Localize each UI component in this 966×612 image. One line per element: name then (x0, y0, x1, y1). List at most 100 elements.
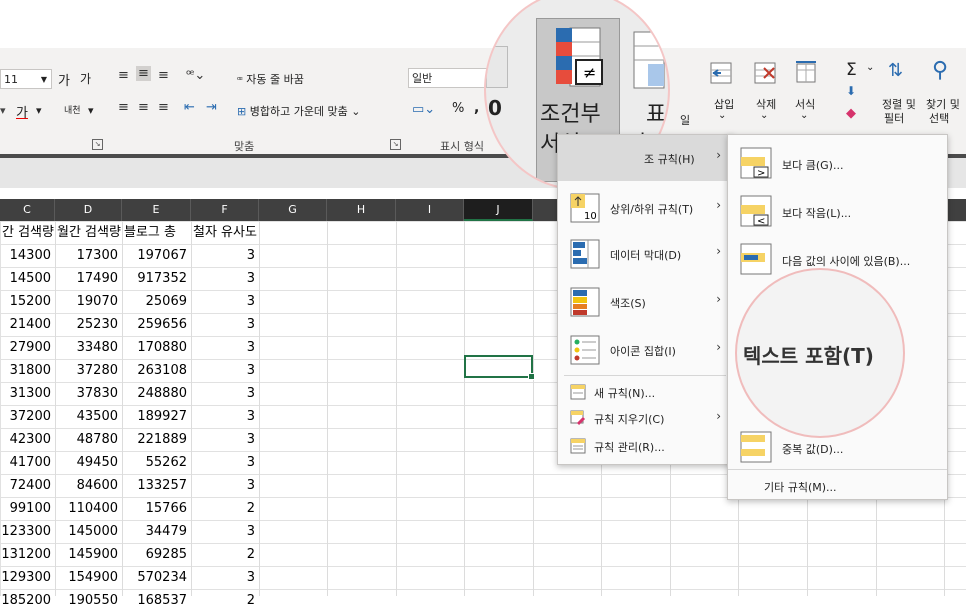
fill-icon[interactable]: ⬇ (846, 84, 856, 98)
table-cell[interactable]: 3 (191, 520, 259, 543)
table-cell[interactable]: 3 (191, 313, 259, 336)
table-cell[interactable]: 190550 (55, 589, 122, 612)
table-cell[interactable]: 42300 (0, 428, 55, 451)
table-cell[interactable]: 123300 (0, 520, 55, 543)
column-header-j[interactable]: J (464, 199, 533, 221)
menu-item-new-rule[interactable]: 새 규칙(N)... (558, 379, 733, 405)
table-cell[interactable]: 248880 (122, 382, 191, 405)
merge-center-button[interactable]: ⊞ 병합하고 가운데 맞춤 ⌄ (237, 103, 361, 119)
align-right-icon[interactable]: ≡ (158, 100, 169, 115)
shrink-font-button[interactable]: 가 (80, 70, 91, 87)
sort-filter-label-2[interactable]: 필터 (884, 110, 904, 126)
table-cell[interactable]: 3 (191, 290, 259, 313)
text-contains-item[interactable]: 텍스트 포함(T) (743, 340, 874, 369)
font-size-box[interactable]: 11 ▼ (0, 69, 52, 89)
menu-item-icon-sets[interactable]: 아이콘 집합(I) › (558, 327, 733, 373)
font-color-dropdown-icon[interactable]: ▾ (36, 104, 42, 117)
align-left-icon[interactable]: ≡ (118, 100, 129, 115)
table-cell[interactable]: 37280 (55, 359, 122, 382)
menu-item-color-scales[interactable]: 색조(S) › (558, 279, 733, 325)
table-cell[interactable]: 41700 (0, 451, 55, 474)
menu-item-top-bottom[interactable]: 10 상위/하위 규칙(T) › (558, 185, 733, 231)
find-select-label-2[interactable]: 선택 (929, 110, 949, 126)
phonetic-button[interactable]: 내천 (64, 103, 81, 116)
table-cell[interactable]: 3 (191, 451, 259, 474)
table-cell[interactable]: 259656 (122, 313, 191, 336)
table-cell[interactable]: 31800 (0, 359, 55, 382)
table-cell[interactable]: 69285 (122, 543, 191, 566)
table-cell[interactable]: 3 (191, 336, 259, 359)
table-cell[interactable]: 3 (191, 267, 259, 290)
table-cell[interactable]: 99100 (0, 497, 55, 520)
table-cell[interactable]: 3 (191, 428, 259, 451)
menu-item-data-bars[interactable]: 데이터 막대(D) › (558, 231, 733, 277)
table-cell[interactable]: 84600 (55, 474, 122, 497)
table-cell[interactable]: 34479 (122, 520, 191, 543)
table-cell[interactable]: 110400 (55, 497, 122, 520)
table-cell[interactable]: 43500 (55, 405, 122, 428)
table-cell[interactable]: 21400 (0, 313, 55, 336)
font-color-button[interactable]: 가 (16, 102, 28, 121)
table-cell[interactable]: 25230 (55, 313, 122, 336)
table-cell[interactable]: 49450 (55, 451, 122, 474)
table-cell[interactable]: 570234 (122, 566, 191, 589)
header-cell[interactable]: 월간 검색량 (55, 221, 122, 244)
table-cell[interactable]: 189927 (122, 405, 191, 428)
menu-item-highlight-rules[interactable]: 조 규칙(H) › (558, 135, 733, 181)
table-cell[interactable]: 2 (191, 543, 259, 566)
table-cell[interactable]: 3 (191, 382, 259, 405)
table-cell[interactable]: 197067 (122, 244, 191, 267)
table-cell[interactable]: 129300 (0, 566, 55, 589)
table-cell[interactable]: 145900 (55, 543, 122, 566)
table-cell[interactable]: 37200 (0, 405, 55, 428)
table-cell[interactable]: 3 (191, 474, 259, 497)
table-cell[interactable]: 2 (191, 589, 259, 612)
clear-eraser-icon[interactable]: ◆ (846, 106, 856, 121)
table-cell[interactable]: 3 (191, 244, 259, 267)
phonetic-dropdown-icon[interactable]: ▾ (88, 104, 94, 117)
table-cell[interactable]: 31300 (0, 382, 55, 405)
font-dialog-launcher-icon[interactable]: ↘ (92, 139, 103, 150)
submenu-item-less-than[interactable]: < 보다 작음(L)... (728, 189, 947, 235)
column-header-d[interactable]: D (55, 199, 122, 221)
menu-item-manage-rules[interactable]: 규칙 관리(R)... (558, 433, 733, 459)
grow-font-button[interactable]: 가 (58, 70, 70, 89)
wrap-text-button[interactable]: ꟹ 자동 줄 바꿈 (237, 71, 304, 87)
table-cell[interactable]: 15200 (0, 290, 55, 313)
align-center-icon[interactable]: ≡ (138, 100, 149, 115)
table-cell[interactable]: 170880 (122, 336, 191, 359)
table-cell[interactable]: 221889 (122, 428, 191, 451)
header-cell[interactable]: 블로그 총 (122, 221, 191, 244)
header-cell[interactable]: 간 검색량 (0, 221, 55, 244)
alignment-dialog-launcher-icon[interactable]: ↘ (390, 139, 401, 150)
column-header-h[interactable]: H (327, 199, 396, 221)
comma-button[interactable]: , (474, 100, 479, 116)
submenu-item-greater-than[interactable]: > 보다 큼(G)... (728, 141, 947, 187)
table-cell[interactable]: 3 (191, 359, 259, 382)
table-cell[interactable]: 2 (191, 497, 259, 520)
table-cell[interactable]: 263108 (122, 359, 191, 382)
table-cell[interactable]: 145000 (55, 520, 122, 543)
table-cell[interactable]: 3 (191, 405, 259, 428)
table-cell[interactable]: 19070 (55, 290, 122, 313)
column-header-g[interactable]: G (259, 199, 327, 221)
accounting-format-icon[interactable]: ▭⌄ (412, 102, 435, 117)
percent-button[interactable]: % (452, 101, 464, 116)
orientation-icon[interactable]: ꟹ⌄ (186, 68, 205, 83)
table-cell[interactable]: 37830 (55, 382, 122, 405)
selected-cell[interactable] (464, 355, 535, 380)
table-cell[interactable]: 917352 (122, 267, 191, 290)
table-cell[interactable]: 33480 (55, 336, 122, 359)
table-cell[interactable]: 131200 (0, 543, 55, 566)
align-bottom-icon[interactable]: ≡ (158, 68, 169, 83)
align-top-icon[interactable]: ≡ (118, 68, 129, 83)
table-cell[interactable]: 25069 (122, 290, 191, 313)
table-cell[interactable]: 154900 (55, 566, 122, 589)
table-cell[interactable]: 55262 (122, 451, 191, 474)
table-cell[interactable]: 17490 (55, 267, 122, 290)
autosum-icon[interactable]: Σ (846, 60, 857, 80)
table-cell[interactable]: 27900 (0, 336, 55, 359)
table-cell[interactable]: 17300 (55, 244, 122, 267)
submenu-item-more-rules[interactable]: 기타 규칙(M)... (728, 473, 947, 497)
column-header-c[interactable]: C (0, 199, 55, 221)
